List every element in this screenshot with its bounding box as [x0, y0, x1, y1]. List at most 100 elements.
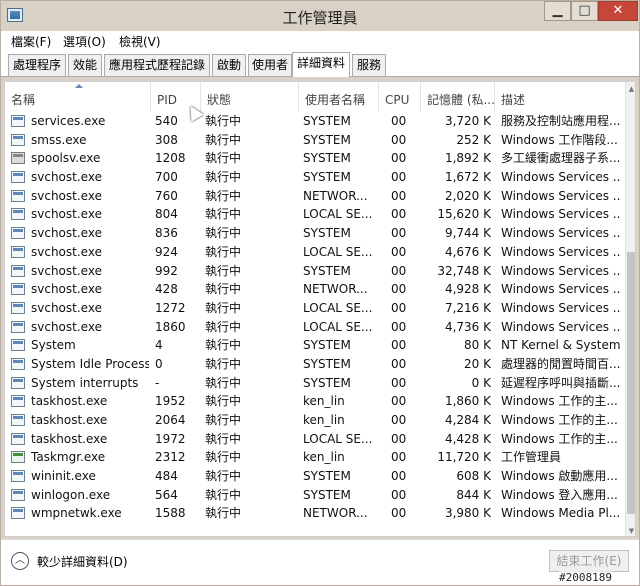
- tab-details[interactable]: 詳細資料: [292, 52, 350, 77]
- process-memory: 2,020 K: [444, 188, 491, 203]
- process-status: 執行中: [205, 244, 242, 259]
- tab-services[interactable]: 服務: [352, 54, 386, 76]
- table-row[interactable]: svchost.exe 924 執行中 LOCAL SE... 00 4,676 K Win…: [5, 243, 625, 262]
- vertical-scrollbar[interactable]: ▲ ▼: [625, 82, 635, 536]
- process-user: SYSTEM: [303, 469, 351, 484]
- chevron-up-icon[interactable]: ︿: [11, 552, 29, 570]
- process-cpu: 00: [391, 188, 407, 203]
- table-row[interactable]: System 4 執行中 SYSTEM 00 80 K NT Kernel & System: [5, 336, 625, 355]
- table-row[interactable]: Taskmgr.exe 2312 執行中 ken_lin 00 11,720 K 工作管理員: [5, 448, 625, 467]
- tab-app-history[interactable]: 應用程式歷程記錄: [104, 54, 210, 76]
- title-bar[interactable]: 工作管理員 ▁ □ ✕: [1, 1, 639, 31]
- process-user: SYSTEM: [303, 114, 351, 128]
- task-manager-window: 工作管理員 ▁ □ ✕ 檔案(F) 選項(O) 檢視(V) 處理程序 效能 應用…: [0, 0, 640, 586]
- process-description: Windows 登入應用...: [501, 487, 618, 502]
- table-row[interactable]: svchost.exe 760 執行中 NETWOR... 00 2,020 K Windo…: [5, 187, 625, 206]
- table-row[interactable]: smss.exe 308 執行中 SYSTEM 00 252 K Windows 工作階段.…: [5, 131, 625, 150]
- process-name: System Idle Process: [31, 356, 149, 371]
- process-name: taskhost.exe: [31, 431, 108, 446]
- process-description: Windows 啟動應用...: [501, 469, 618, 484]
- column-header-user[interactable]: 使用者名稱: [299, 82, 379, 112]
- tab-users[interactable]: 使用者: [248, 54, 292, 76]
- table-row[interactable]: svchost.exe 428 執行中 NETWOR... 00 4,928 K Windo…: [5, 280, 625, 299]
- table-row[interactable]: svchost.exe 836 執行中 SYSTEM 00 9,744 K Windows …: [5, 224, 625, 243]
- column-header-name[interactable]: 名稱: [5, 82, 151, 112]
- process-cpu: 00: [391, 226, 407, 241]
- process-status: 執行中: [205, 487, 242, 502]
- table-row[interactable]: taskhost.exe 1952 執行中 ken_lin 00 1,860 K Windo…: [5, 392, 625, 411]
- process-cpu: 00: [391, 394, 407, 409]
- menu-bar: 檔案(F) 選項(O) 檢視(V): [1, 31, 639, 51]
- process-name: svchost.exe: [31, 300, 102, 315]
- minimize-button[interactable]: ▁: [544, 1, 571, 21]
- table-row[interactable]: System Idle Process 0 執行中 SYSTEM 00 20 K 處理器的閒…: [5, 355, 625, 374]
- process-status: 執行中: [205, 114, 242, 128]
- table-row[interactable]: svchost.exe 1272 執行中 LOCAL SE... 00 7,216 K Wi…: [5, 299, 625, 318]
- process-cpu: 00: [391, 450, 407, 465]
- menu-view[interactable]: 檢視(V): [119, 33, 161, 50]
- process-pid: 836: [155, 226, 178, 241]
- process-cpu: 00: [391, 413, 407, 427]
- process-memory: 11,720 K: [437, 450, 491, 465]
- table-row[interactable]: svchost.exe 992 執行中 SYSTEM 00 32,748 K Windows…: [5, 262, 625, 281]
- process-description: Windows Services ...: [501, 300, 621, 315]
- process-name: taskhost.exe: [31, 394, 108, 409]
- scroll-up-icon[interactable]: ▲: [627, 84, 635, 94]
- table-row[interactable]: svchost.exe 804 執行中 LOCAL SE... 00 15,620 K Wi…: [5, 205, 625, 224]
- scroll-down-icon[interactable]: ▼: [627, 526, 635, 536]
- process-cpu: 00: [391, 207, 407, 222]
- process-status: 執行中: [205, 207, 242, 222]
- process-pid: 1272: [155, 300, 186, 315]
- process-pid: 484: [155, 469, 178, 484]
- process-pid: 760: [155, 188, 178, 203]
- column-header-description[interactable]: 描述: [495, 82, 625, 112]
- table-row[interactable]: taskhost.exe 2064 執行中 ken_lin 00 4,284 K Windo…: [5, 411, 625, 430]
- table-row[interactable]: spoolsv.exe 1208 執行中 SYSTEM 00 1,892 K 多工緩衝處理器…: [5, 149, 625, 168]
- table-row[interactable]: winlogon.exe 564 執行中 SYSTEM 00 844 K Windows 登…: [5, 486, 625, 505]
- table-row[interactable]: taskhost.exe 1972 執行中 LOCAL SE... 00 4,428 K W…: [5, 430, 625, 449]
- process-name: svchost.exe: [31, 188, 102, 203]
- process-pid: 2312: [155, 450, 186, 465]
- process-memory: 4,284 K: [444, 413, 491, 427]
- process-pid: 0: [155, 356, 163, 371]
- process-user: SYSTEM: [303, 263, 351, 278]
- process-user: SYSTEM: [303, 487, 351, 502]
- process-list: services.exe 540 執行中 SYSTEM 00 3,720 K 服務及控制站應…: [5, 112, 625, 523]
- process-cpu: 00: [391, 469, 407, 484]
- end-task-button[interactable]: 結束工作(E): [549, 550, 629, 572]
- tab-processes[interactable]: 處理程序: [8, 54, 66, 76]
- process-status: 執行中: [205, 431, 242, 446]
- fewer-details-link[interactable]: 較少詳細資料(D): [37, 553, 128, 570]
- table-row[interactable]: svchost.exe 700 執行中 SYSTEM 00 1,672 K Windows …: [5, 168, 625, 187]
- column-header-cpu[interactable]: CPU: [379, 82, 421, 112]
- process-memory: 844 K: [456, 487, 491, 502]
- process-name: smss.exe: [31, 132, 87, 147]
- close-button[interactable]: ✕: [598, 1, 638, 21]
- process-name: svchost.exe: [31, 263, 102, 278]
- menu-options[interactable]: 選項(O): [63, 33, 106, 50]
- process-name: services.exe: [31, 114, 106, 128]
- process-memory: 608 K: [456, 469, 491, 484]
- scrollbar-thumb[interactable]: [627, 252, 635, 514]
- column-header-status[interactable]: 狀態: [201, 82, 299, 112]
- process-name: wmpnetwk.exe: [31, 506, 122, 521]
- table-row[interactable]: wmpnetwk.exe 1588 執行中 NETWOR... 00 3,980 K Win…: [5, 504, 625, 523]
- table-row[interactable]: services.exe 540 執行中 SYSTEM 00 3,720 K 服務及控制站應…: [5, 112, 625, 131]
- process-memory: 1,892 K: [444, 151, 491, 166]
- table-row[interactable]: svchost.exe 1860 執行中 LOCAL SE... 00 4,736 K Wi…: [5, 318, 625, 337]
- column-header-memory[interactable]: 記憶體 (私...: [421, 82, 495, 112]
- process-memory: 252 K: [456, 132, 491, 147]
- process-pid: 700: [155, 170, 178, 185]
- process-description: Windows Media Pl...: [501, 506, 621, 521]
- maximize-button[interactable]: □: [571, 1, 598, 21]
- process-name: spoolsv.exe: [31, 151, 101, 166]
- process-user: SYSTEM: [303, 151, 351, 166]
- process-user: SYSTEM: [303, 132, 351, 147]
- menu-file[interactable]: 檔案(F): [11, 33, 51, 50]
- table-row[interactable]: wininit.exe 484 執行中 SYSTEM 00 608 K Windows 啟動…: [5, 467, 625, 486]
- tab-startup[interactable]: 啟動: [212, 54, 246, 76]
- process-user: SYSTEM: [303, 338, 351, 353]
- process-memory: 15,620 K: [437, 207, 491, 222]
- table-row[interactable]: System interrupts - 執行中 SYSTEM 00 0 K 延遲程序呼叫與插…: [5, 374, 625, 393]
- tab-performance[interactable]: 效能: [68, 54, 102, 76]
